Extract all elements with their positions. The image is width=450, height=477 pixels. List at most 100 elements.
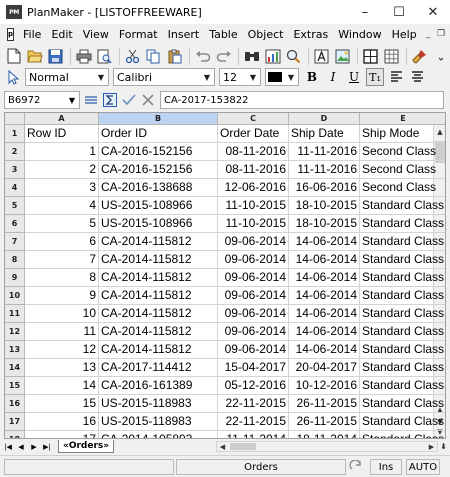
table-cell[interactable]: 22-11-2015 — [218, 395, 289, 413]
table-cell[interactable]: 9 — [25, 287, 99, 305]
table-cell[interactable]: 11-11-2016 — [289, 161, 360, 179]
text-color-select[interactable]: ▼ — [265, 68, 299, 86]
row-header[interactable]: 12 — [5, 323, 25, 341]
table-cell[interactable]: 15-04-2017 — [218, 359, 289, 377]
table-cell[interactable]: 2 — [25, 161, 99, 179]
table-cell[interactable]: Standard Class — [360, 413, 445, 431]
paint-brush-icon[interactable] — [410, 47, 429, 66]
table-cell[interactable]: 11-11-2014 — [218, 431, 289, 438]
formula-input[interactable]: CA-2017-153822 — [160, 91, 444, 109]
table-cell[interactable]: 09-06-2014 — [218, 233, 289, 251]
underline-button[interactable]: U — [345, 68, 363, 86]
table-cell[interactable]: Standard Class — [360, 287, 445, 305]
last-sheet-button[interactable]: ▶| — [41, 441, 53, 452]
table-cell[interactable]: 4 — [25, 197, 99, 215]
table-cell[interactable]: 10-12-2016 — [289, 377, 360, 395]
table-cell[interactable]: 14 — [25, 377, 99, 395]
insert-mode-indicator[interactable]: Ins — [370, 459, 402, 475]
table-cell[interactable]: 26-11-2015 — [289, 413, 360, 431]
chart-icon[interactable] — [263, 47, 282, 66]
sum-icon[interactable] — [101, 92, 118, 109]
split-handle-icon[interactable]: ⇟ — [439, 441, 448, 452]
spreadsheet-grid[interactable]: ▲ ▲ ▼ ▼ ABCDEF1Row IDOrder IDOrder DateS… — [4, 112, 446, 439]
table-cell[interactable]: Second Class — [360, 143, 445, 161]
confirm-icon[interactable] — [120, 92, 137, 109]
maximize-button[interactable]: ☐ — [382, 0, 416, 24]
menu-edit[interactable]: Edit — [46, 28, 77, 41]
redo-icon[interactable] — [214, 47, 233, 66]
menu-extras[interactable]: Extras — [288, 28, 333, 41]
more-icon[interactable] — [431, 47, 450, 66]
undo-icon[interactable] — [193, 47, 212, 66]
horizontal-scroll-thumb[interactable] — [230, 443, 256, 450]
table-cell[interactable]: 14-06-2014 — [289, 323, 360, 341]
italic-button[interactable]: I — [324, 68, 342, 86]
row-header[interactable]: 1 — [5, 125, 25, 143]
close-button[interactable]: ✕ — [416, 0, 450, 24]
table-cell[interactable]: Standard Class — [360, 197, 445, 215]
table-cell[interactable]: Second Class — [360, 179, 445, 197]
table-cell[interactable]: CA-2017-114412 — [99, 359, 218, 377]
row-header[interactable]: 14 — [5, 359, 25, 377]
table-cell[interactable]: CA-2014-115812 — [99, 233, 218, 251]
header-cell[interactable]: Ship Date — [289, 125, 360, 143]
recalculate-icon[interactable] — [346, 459, 366, 475]
row-header[interactable]: 4 — [5, 179, 25, 197]
table-cell[interactable]: 09-06-2014 — [218, 269, 289, 287]
table-cell[interactable]: 1 — [25, 143, 99, 161]
table-cell[interactable]: CA-2014-115812 — [99, 287, 218, 305]
row-header[interactable]: 2 — [5, 143, 25, 161]
previous-sheet-button[interactable]: ◀ — [15, 441, 27, 452]
table-cell[interactable]: 11-10-2015 — [218, 197, 289, 215]
doc-restore-button[interactable]: ❐ — [435, 27, 448, 41]
table-cell[interactable]: CA-2014-115812 — [99, 305, 218, 323]
cut-icon[interactable] — [123, 47, 142, 66]
document-menu-icon[interactable]: p — [7, 27, 15, 41]
table-cell[interactable]: Second Class — [360, 161, 445, 179]
horizontal-scrollbar[interactable]: ◀ ▶ — [216, 441, 438, 452]
scroll-left-icon[interactable]: ◀ — [217, 442, 228, 451]
table-cell[interactable]: Standard Class — [360, 431, 445, 438]
table-cell[interactable]: CA-2014-115812 — [99, 323, 218, 341]
table-cell[interactable]: Standard Class — [360, 395, 445, 413]
paste-icon[interactable] — [165, 47, 184, 66]
table-cell[interactable]: 20-04-2017 — [289, 359, 360, 377]
header-cell[interactable]: Row ID — [25, 125, 99, 143]
print-preview-icon[interactable] — [95, 47, 114, 66]
table-cell[interactable]: 08-11-2016 — [218, 161, 289, 179]
cancel-edit-icon[interactable] — [139, 92, 156, 109]
table-cell[interactable]: CA-2014-115812 — [99, 341, 218, 359]
menu-help[interactable]: Help — [387, 28, 422, 41]
table-cell[interactable]: Standard Class — [360, 251, 445, 269]
table-cell[interactable]: 18-10-2015 — [289, 215, 360, 233]
find-icon[interactable] — [242, 47, 261, 66]
open-folder-icon[interactable] — [25, 47, 44, 66]
picture-icon[interactable] — [333, 47, 352, 66]
table-cell[interactable]: 14-06-2014 — [289, 269, 360, 287]
font-select[interactable]: Calibri ▼ — [113, 68, 215, 86]
table-cell[interactable]: 14-06-2014 — [289, 251, 360, 269]
menu-window[interactable]: Window — [333, 28, 386, 41]
table-cell[interactable]: CA-2016-152156 — [99, 161, 218, 179]
minimize-button[interactable]: – — [348, 0, 382, 24]
table-cell[interactable]: US-2015-118983 — [99, 395, 218, 413]
table-cell[interactable]: 12-06-2016 — [218, 179, 289, 197]
table-cell[interactable]: 14-06-2014 — [289, 287, 360, 305]
table-cell[interactable]: Standard Class — [360, 305, 445, 323]
table-cell[interactable]: 09-06-2014 — [218, 305, 289, 323]
column-header-d[interactable]: D — [289, 113, 360, 125]
style-select[interactable]: Normal ▼ — [25, 68, 109, 86]
table-cell[interactable]: CA-2014-115812 — [99, 251, 218, 269]
table-cell[interactable]: Standard Class — [360, 359, 445, 377]
table-cell[interactable]: 08-11-2016 — [218, 143, 289, 161]
cell-reference-box[interactable]: B6972 ▼ — [4, 91, 80, 109]
row-header[interactable]: 17 — [5, 413, 25, 431]
row-header[interactable]: 6 — [5, 215, 25, 233]
row-header[interactable]: 8 — [5, 251, 25, 269]
row-header[interactable]: 10 — [5, 287, 25, 305]
bold-button[interactable]: B — [303, 68, 321, 86]
column-header-b[interactable]: B — [99, 113, 218, 125]
table-cell[interactable]: 09-06-2014 — [218, 323, 289, 341]
table-cell[interactable]: 11 — [25, 323, 99, 341]
table-cell[interactable]: 8 — [25, 269, 99, 287]
